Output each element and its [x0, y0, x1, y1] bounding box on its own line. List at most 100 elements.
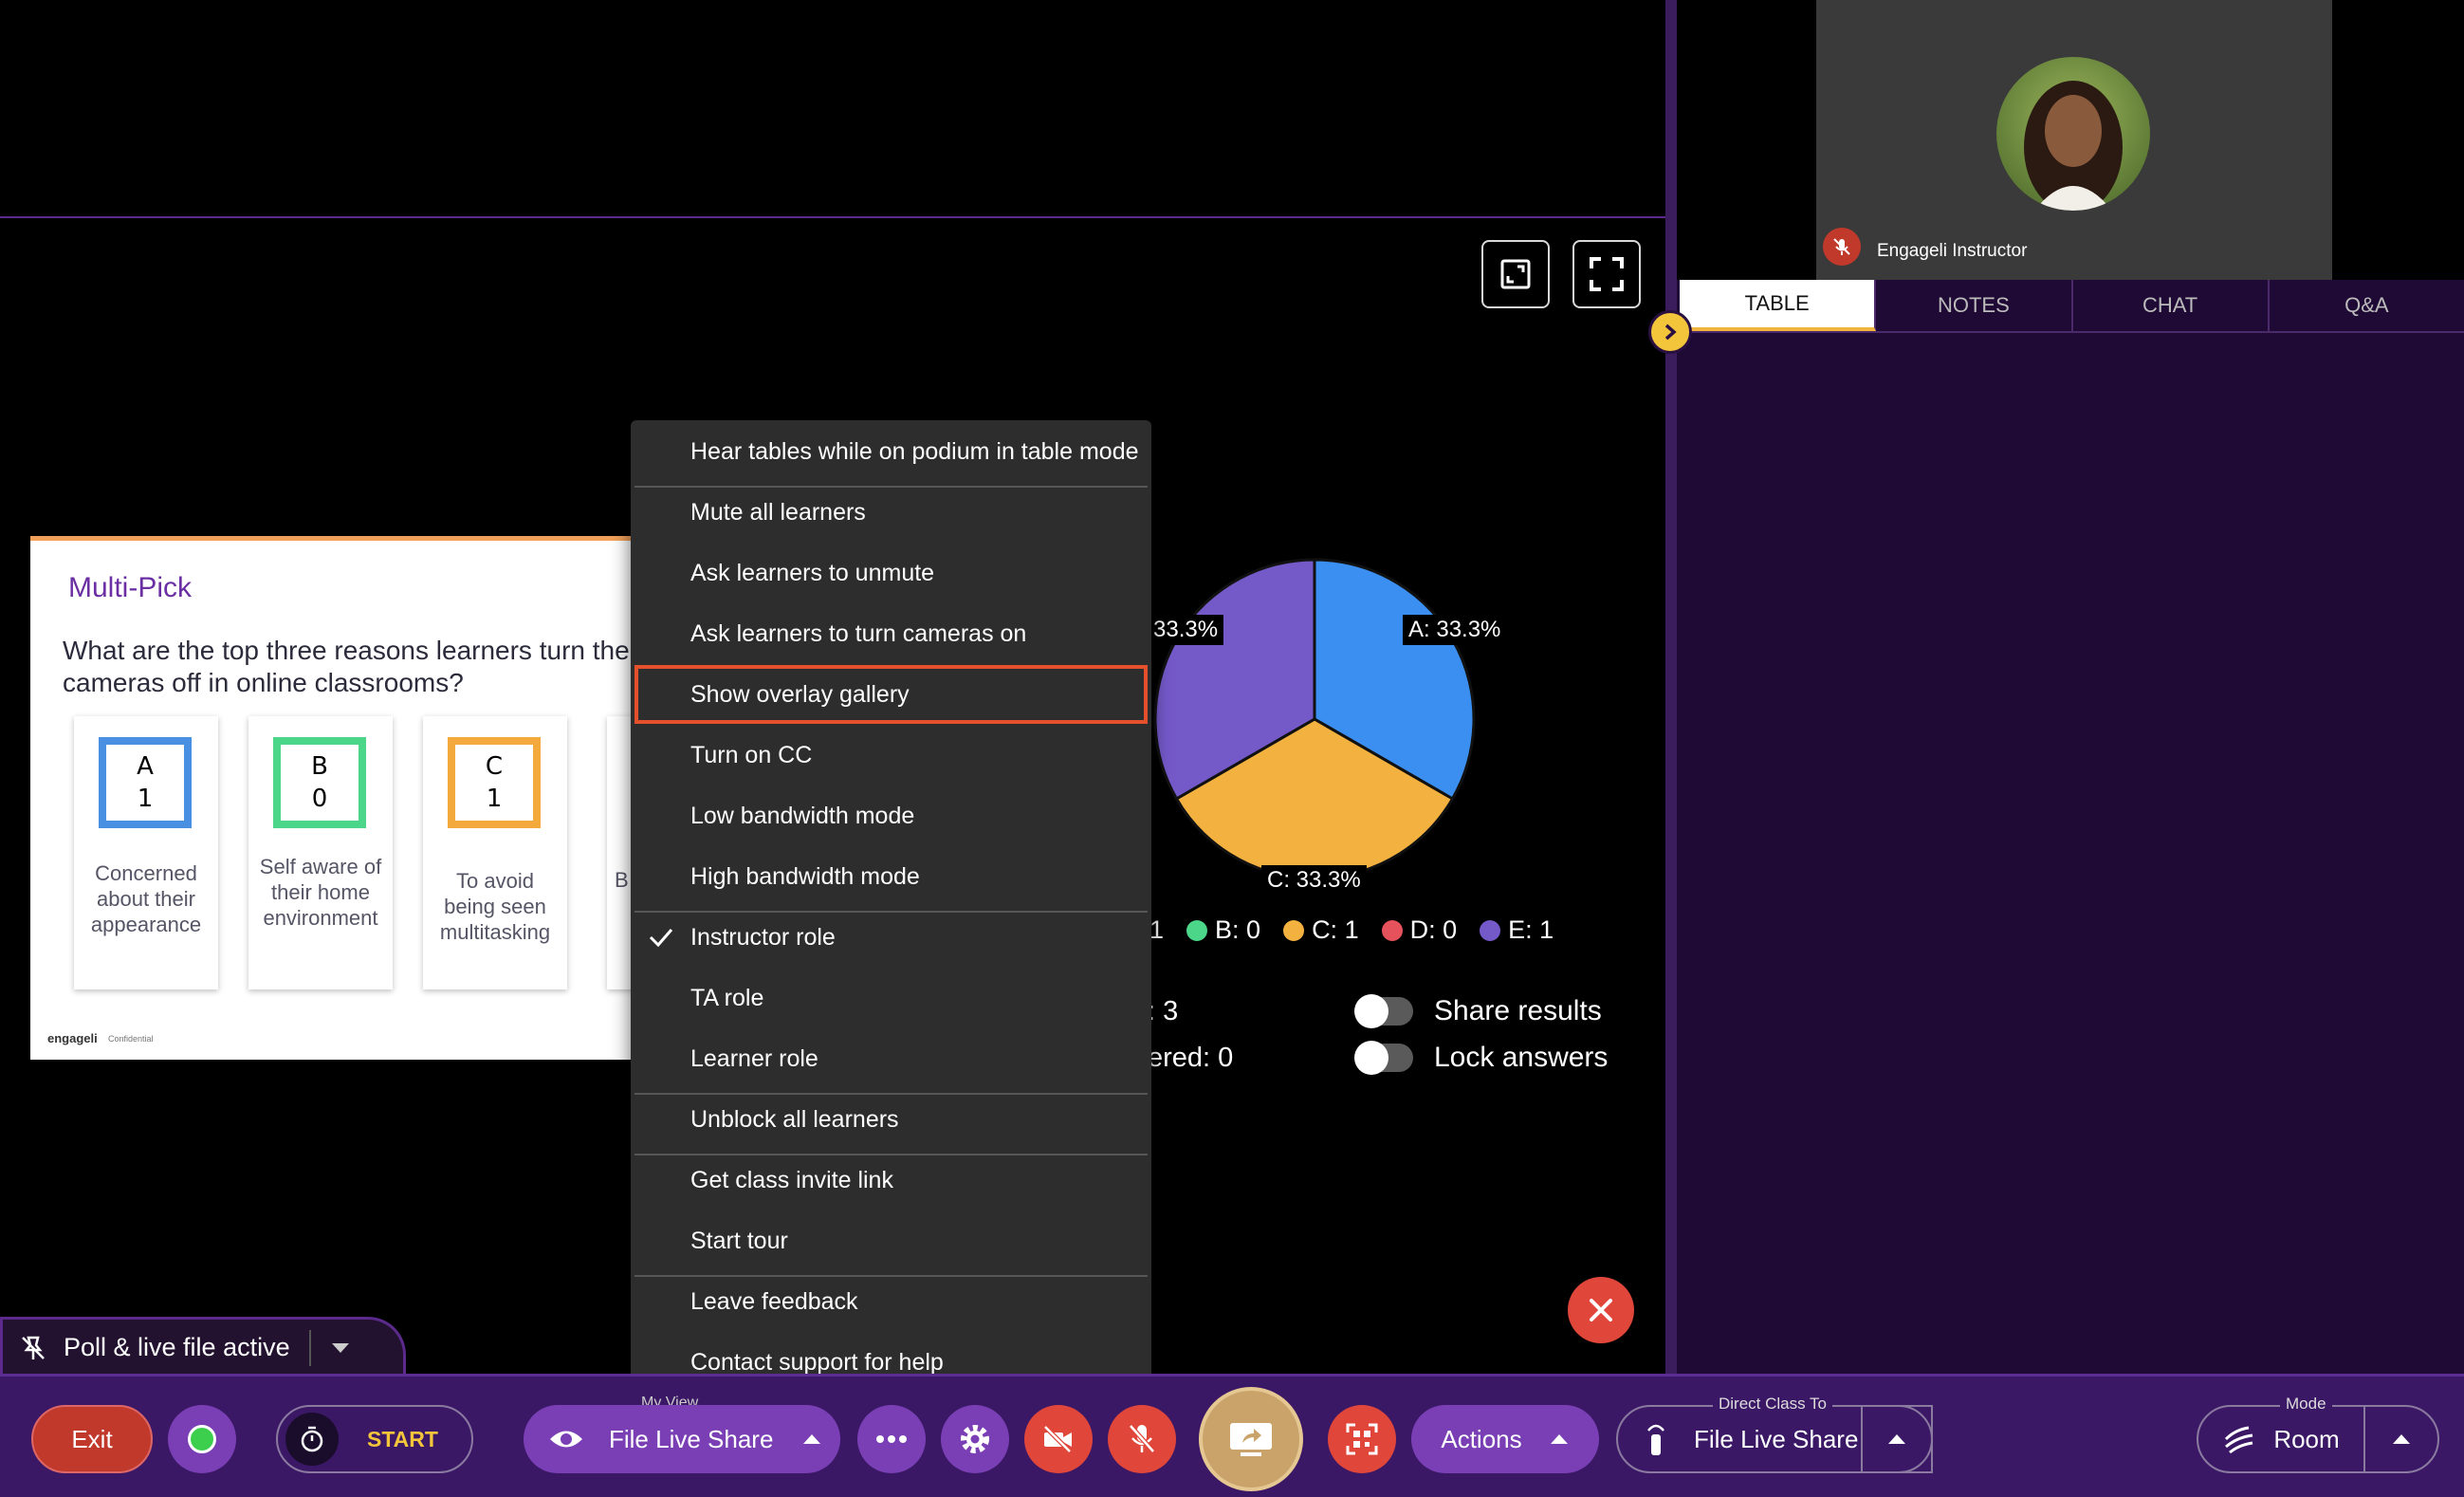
- more-options-button[interactable]: [857, 1405, 926, 1473]
- my-view-button[interactable]: File Live Share: [524, 1405, 840, 1473]
- menu-item-label: Ask learners to turn cameras on: [690, 619, 1027, 647]
- timer-start-label: START: [367, 1426, 438, 1451]
- option-description: B: [615, 868, 629, 892]
- connection-status-button[interactable]: [168, 1405, 236, 1473]
- menu-item-unblock-learners[interactable]: Unblock all learners: [631, 1090, 1151, 1149]
- menu-item-learner-role[interactable]: Learner role: [631, 1029, 1151, 1088]
- fullscreen-button[interactable]: [1572, 240, 1641, 308]
- option-description: To avoid being seen multitasking: [439, 869, 551, 944]
- lock-answers-toggle[interactable]: [1354, 1041, 1413, 1075]
- panel-tabs: TABLE NOTES CHAT Q&A: [1680, 280, 2464, 333]
- close-poll-button[interactable]: [1568, 1277, 1634, 1343]
- close-icon: [1590, 1299, 1612, 1321]
- chevron-up-icon: [1888, 1434, 1905, 1444]
- legend-dot: [1186, 919, 1208, 941]
- direct-class-to-dropdown[interactable]: [1861, 1405, 1933, 1473]
- menu-item-label: Show overlay gallery: [690, 680, 910, 708]
- unpin-icon[interactable]: [3, 1334, 64, 1362]
- mode-dropdown[interactable]: [2363, 1405, 2439, 1473]
- mode-label: Mode: [2280, 1395, 2332, 1414]
- camera-toggle-button[interactable]: [1024, 1405, 1093, 1473]
- menu-item-leave-feedback[interactable]: Leave feedback: [631, 1272, 1151, 1331]
- shrink-icon: [1500, 259, 1531, 289]
- collapse-panel-button[interactable]: [1648, 310, 1692, 354]
- menu-item-mute-all[interactable]: Mute all learners: [631, 483, 1151, 542]
- chevron-up-icon: [803, 1434, 821, 1444]
- exit-fullscreen-button[interactable]: [1481, 240, 1550, 308]
- gear-icon: [961, 1425, 989, 1453]
- actions-context-menu: Hear tables while on podium in table mod…: [631, 420, 1151, 1407]
- mic-toggle-button[interactable]: [1108, 1405, 1176, 1473]
- share-results-toggle[interactable]: [1354, 994, 1413, 1028]
- slide-footer: Confidential: [108, 1034, 154, 1044]
- tab-chat[interactable]: CHAT: [2073, 280, 2270, 331]
- pie-label-a: A: 33.3%: [1403, 615, 1507, 645]
- menu-item-turn-on-cc[interactable]: Turn on CC: [631, 726, 1151, 785]
- poll-pie-chart: [1153, 558, 1476, 880]
- option-card-a: A 1 Concerned about their appearance: [74, 716, 218, 989]
- legend-label: 1: [1149, 915, 1165, 944]
- option-count: 0: [311, 785, 328, 813]
- menu-item-low-bandwidth[interactable]: Low bandwidth mode: [631, 786, 1151, 845]
- menu-item-ta-role[interactable]: TA role: [631, 969, 1151, 1027]
- exit-button[interactable]: Exit: [31, 1405, 153, 1473]
- menu-item-ask-unmute[interactable]: Ask learners to unmute: [631, 544, 1151, 602]
- instructor-avatar: [1996, 57, 2150, 211]
- direct-class-to-value: File Live Share: [1694, 1424, 1859, 1453]
- option-count: 1: [137, 785, 154, 813]
- slide-heading: Multi-Pick: [68, 572, 193, 603]
- actions-label: Actions: [1441, 1424, 1522, 1453]
- menu-item-label: Leave feedback: [690, 1287, 858, 1315]
- menu-item-instructor-role[interactable]: Instructor role: [631, 908, 1151, 967]
- menu-item-ask-cameras-on[interactable]: Ask learners to turn cameras on: [631, 604, 1151, 663]
- menu-item-start-tour[interactable]: Start tour: [631, 1211, 1151, 1270]
- poll-total-responses: : 3: [1148, 996, 1179, 1026]
- menu-item-label: Low bandwidth mode: [690, 802, 915, 829]
- timer-start-button[interactable]: START: [276, 1405, 473, 1473]
- mode-button[interactable]: Room: [2197, 1405, 2365, 1473]
- actions-button[interactable]: Actions: [1411, 1405, 1599, 1473]
- panel-divider[interactable]: [1665, 0, 1677, 1374]
- qr-code-button[interactable]: [1328, 1405, 1396, 1473]
- instructor-name: Engageli Instructor: [1877, 241, 2028, 261]
- option-box: A 1: [99, 737, 192, 828]
- share-results-toggle-row[interactable]: Share results: [1354, 994, 1602, 1028]
- qr-code-icon: [1346, 1423, 1378, 1455]
- menu-item-label: High bandwidth mode: [690, 862, 920, 890]
- menu-item-label: Learner role: [690, 1044, 818, 1072]
- legend-dot: [1381, 919, 1403, 941]
- room-mode-icon: [2225, 1426, 2253, 1454]
- mode-value: Room: [2273, 1424, 2340, 1453]
- settings-button[interactable]: [941, 1405, 1009, 1473]
- slide-logo: engageli: [47, 1031, 98, 1045]
- lock-answers-label: Lock answers: [1434, 1042, 1609, 1073]
- legend-item-b: B: 0: [1186, 915, 1260, 945]
- tab-table[interactable]: TABLE: [1680, 280, 1877, 331]
- menu-item-high-bandwidth[interactable]: High bandwidth mode: [631, 847, 1151, 906]
- menu-item-label: Turn on CC: [690, 741, 813, 768]
- legend-item-d: D: 0: [1381, 915, 1457, 945]
- option-card-b: B 0 Self aware of their home environment: [248, 716, 393, 989]
- poll-unanswered-count: ered: 0: [1148, 1043, 1234, 1073]
- broadcast-icon: [1647, 1424, 1664, 1455]
- menu-item-show-overlay-gallery[interactable]: Show overlay gallery: [634, 665, 1148, 724]
- legend-dot: [1283, 919, 1305, 941]
- chevron-down-icon[interactable]: [330, 1341, 351, 1355]
- presentation-slide: Multi-Pick What are the top three reason…: [30, 536, 656, 1060]
- menu-item-label: Mute all learners: [690, 498, 866, 526]
- legend-label: C: 1: [1312, 915, 1359, 944]
- lock-answers-toggle-row[interactable]: Lock answers: [1354, 1041, 1609, 1075]
- status-dot-icon: [188, 1425, 216, 1453]
- tab-notes[interactable]: NOTES: [1876, 280, 2073, 331]
- menu-item-label: TA role: [690, 984, 764, 1011]
- pie-label-c: C: 33.3%: [1261, 865, 1367, 896]
- tab-qa[interactable]: Q&A: [2270, 280, 2464, 331]
- legend-item-c: C: 1: [1283, 915, 1359, 945]
- share-screen-button[interactable]: [1199, 1387, 1303, 1491]
- menu-item-hear-tables[interactable]: Hear tables while on podium in table mod…: [631, 422, 1151, 481]
- option-letter: B: [311, 752, 328, 781]
- menu-item-invite-link[interactable]: Get class invite link: [631, 1151, 1151, 1210]
- menu-item-label: Unblock all learners: [690, 1105, 899, 1133]
- option-letter: A: [137, 752, 154, 781]
- menu-item-label: Instructor role: [690, 923, 836, 951]
